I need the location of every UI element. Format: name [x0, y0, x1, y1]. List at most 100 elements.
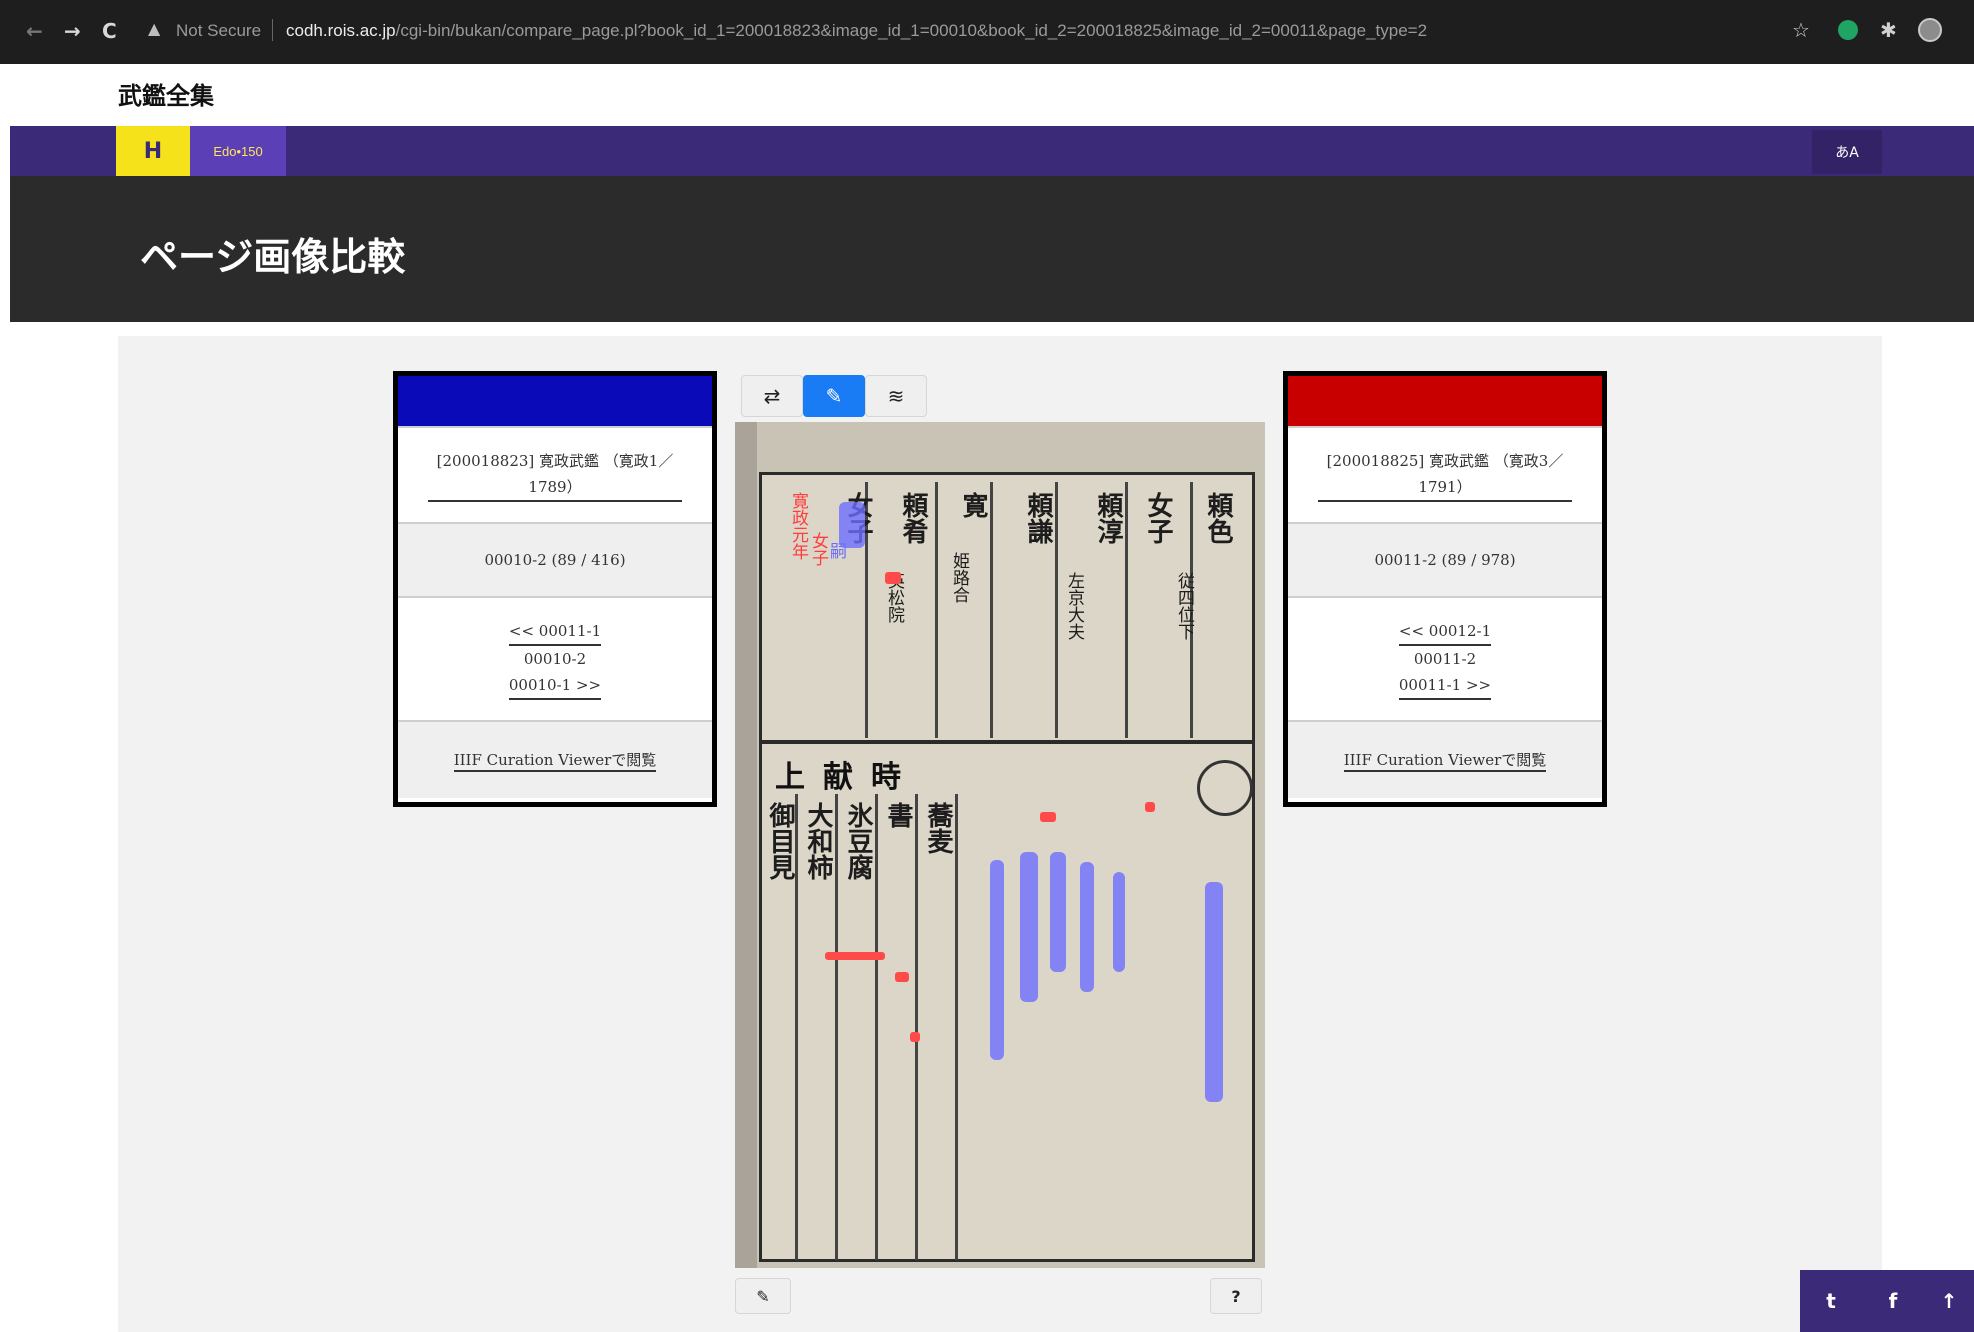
diff-added-mark [1050, 852, 1066, 972]
scan-column-rule [990, 482, 993, 738]
back-to-top-button[interactable]: ↑ [1924, 1270, 1974, 1332]
forward-arrow-icon[interactable]: → [64, 19, 81, 43]
diff-removed-text: 女子 [808, 532, 828, 566]
page-heading: ページ画像比較 [140, 234, 406, 279]
edo150-logo[interactable]: Edo•150 [190, 126, 286, 176]
left-book-card: [200018823] 寛政武鑑 （寛政1／1789） 00010-2 (89 … [393, 371, 717, 807]
twitter-share-button[interactable]: t [1800, 1270, 1862, 1332]
diff-removed-mark [910, 1032, 920, 1042]
diff-removed-mark [1040, 812, 1056, 822]
diff-added-mark [1205, 882, 1223, 1102]
right-viewer-row: IIIF Curation Viewerで閲覧 [1288, 720, 1602, 798]
translate-icon[interactable]: あA [1812, 130, 1882, 174]
left-iiif-viewer-link[interactable]: IIIF Curation Viewerで閲覧 [453, 749, 657, 772]
right-card-color-bar [1288, 376, 1602, 426]
help-button[interactable]: ? [1210, 1278, 1262, 1314]
star-icon[interactable]: ☆ [1792, 18, 1810, 42]
diff-added-mark [839, 502, 865, 548]
back-arrow-icon[interactable]: ← [26, 19, 43, 43]
facebook-share-button[interactable]: f [1862, 1270, 1924, 1332]
scan-column-rule [1125, 482, 1128, 738]
diff-removed-mark [895, 972, 909, 982]
right-page-nav: << 00012-1 00011-2 00011-1 >> [1288, 596, 1602, 720]
scan-text: 御目見 [765, 802, 795, 880]
overlay-button[interactable]: ≋ [865, 375, 927, 417]
note-icon: ✎ [756, 1286, 770, 1306]
scan-text: 氷豆腐 [843, 802, 873, 880]
left-current-page: 00010-2 [523, 650, 587, 668]
url-separator [272, 19, 273, 41]
diff-removed-mark [1145, 802, 1155, 812]
pen-icon: ✎ [825, 384, 843, 408]
page-header: ページ画像比較 [10, 176, 1974, 322]
family-crest [1197, 760, 1253, 816]
layers-icon: ≋ [887, 384, 905, 408]
scan-section-heading: 上献時 [775, 760, 919, 795]
extension-green-icon[interactable] [1838, 20, 1858, 40]
navbar [10, 126, 1974, 176]
page-left-margin [0, 64, 10, 1332]
diff-added-mark [1020, 852, 1038, 1002]
diff-highlight-button[interactable]: ✎ [803, 375, 865, 417]
left-card-color-bar [398, 376, 712, 426]
swap-button[interactable]: ⇄ [741, 375, 803, 417]
left-book-title-link[interactable]: [200018823] 寛政武鑑 （寛政1／1789） [428, 448, 682, 502]
scan-column-rule [1055, 482, 1058, 738]
reload-icon[interactable]: C [102, 19, 117, 43]
page-comparison-image[interactable]: 頼色 従四位下 女子 頼淳 左京大夫 頼謙 寛 姫路合 頼肴 英松院 女子 寛政… [735, 422, 1265, 1268]
scan-text: 従四位下 [1174, 572, 1194, 640]
diff-added-mark [1080, 862, 1094, 992]
right-iiif-viewer-link[interactable]: IIIF Curation Viewerで閲覧 [1343, 749, 1547, 772]
browser-toolbar: ← → C ▲ Not Secure codh.rois.ac.jp/cgi-b… [0, 0, 1974, 64]
not-secure-label: Not Secure [176, 21, 262, 40]
right-book-title-link[interactable]: [200018825] 寛政武鑑 （寛政3／1791） [1318, 448, 1572, 502]
left-prev-link[interactable]: << 00011-1 [508, 618, 602, 646]
scan-section-divider [759, 740, 1255, 744]
scan-text: 頼謙 [1023, 492, 1053, 544]
edit-note-button[interactable]: ✎ [735, 1278, 791, 1314]
puzzle-icon[interactable]: ✱ [1880, 18, 1897, 42]
left-page-nav: << 00011-1 00010-2 00010-1 >> [398, 596, 712, 720]
scan-text: 頼色 [1203, 492, 1233, 544]
scan-text: 頼肴 [898, 492, 928, 544]
twitter-icon: t [1826, 1289, 1836, 1313]
url-host: codh.rois.ac.jp [286, 21, 396, 40]
scan-column-rule [915, 794, 918, 1260]
diff-removed-mark [825, 952, 885, 960]
scan-text: 左京大夫 [1064, 572, 1084, 640]
scan-text: 女子 [1143, 492, 1173, 544]
profile-avatar[interactable] [1918, 18, 1942, 42]
scan-column-rule [835, 794, 838, 1260]
facebook-icon: f [1888, 1289, 1898, 1313]
codh-logo-icon[interactable]: H [116, 126, 190, 176]
warning-icon: ▲ [148, 19, 161, 38]
url-path: /cgi-bin/bukan/compare_page.pl?book_id_1… [395, 21, 1428, 40]
diff-added-mark [1113, 872, 1125, 972]
diff-removed-mark [885, 572, 901, 584]
scan-column-rule [935, 482, 938, 738]
left-viewer-row: IIIF Curation Viewerで閲覧 [398, 720, 712, 798]
right-next-link[interactable]: 00011-1 >> [1398, 672, 1492, 700]
back-to-top-icon: ↑ [1940, 1289, 1958, 1313]
right-current-page: 00011-2 [1413, 650, 1477, 668]
scan-text: 寛 [958, 492, 988, 518]
scan-text: 蕎麦 [923, 802, 953, 854]
right-prev-link[interactable]: << 00012-1 [1398, 618, 1492, 646]
scan-binding-edge [735, 422, 757, 1268]
scan-column-rule [795, 794, 798, 1260]
address-bar[interactable]: codh.rois.ac.jp/cgi-bin/bukan/compare_pa… [286, 21, 1427, 41]
scan-text: 書 [883, 802, 913, 828]
scan-text: 姫路合 [949, 552, 969, 603]
site-title[interactable]: 武鑑全集 [118, 76, 214, 111]
left-page-info: 00010-2 (89 / 416) [398, 522, 712, 596]
scan-column-rule [955, 794, 958, 1260]
swap-icon: ⇄ [763, 384, 781, 408]
right-book-card: [200018825] 寛政武鑑 （寛政3／1791） 00011-2 (89 … [1283, 371, 1607, 807]
scan-text: 頼淳 [1093, 492, 1123, 544]
left-book-title-row: [200018823] 寛政武鑑 （寛政1／1789） [398, 426, 712, 522]
right-page-info: 00011-2 (89 / 978) [1288, 522, 1602, 596]
left-next-link[interactable]: 00010-1 >> [508, 672, 602, 700]
diff-added-mark [990, 860, 1004, 1060]
scan-text: 大和柿 [803, 802, 833, 880]
right-book-title-row: [200018825] 寛政武鑑 （寛政3／1791） [1288, 426, 1602, 522]
